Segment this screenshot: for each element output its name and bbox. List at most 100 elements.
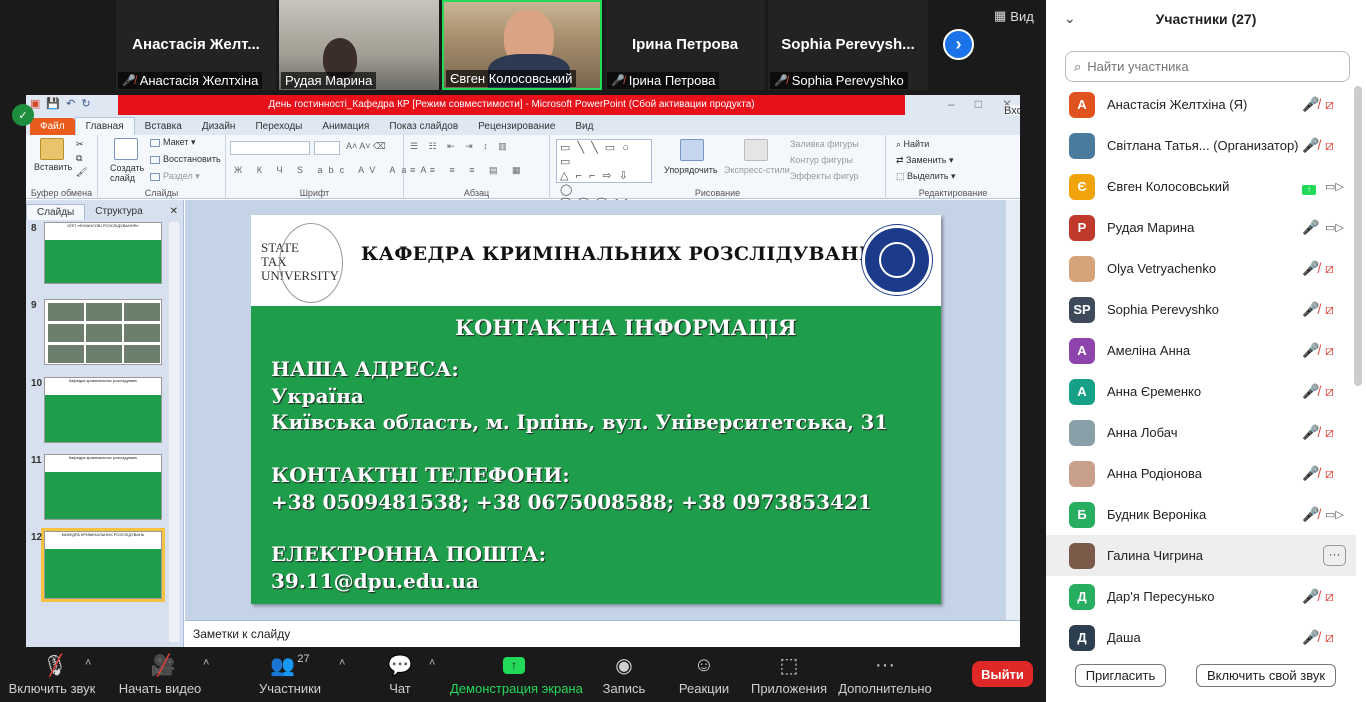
- slide-heading: КОНТАКТНА ІНФОРМАЦІЯ: [455, 315, 797, 340]
- participant-row[interactable]: Є Євген Колосовський ↑ ▭▷: [1046, 166, 1356, 207]
- select-button[interactable]: ⬚ Выделить ▾: [896, 171, 956, 182]
- slide-thumbnail-selected[interactable]: 12 КАФЕДРА КРИМІНАЛЬНИХ РОЗСЛІДУВАНЬ: [31, 528, 165, 602]
- shape-effects-button[interactable]: Эффекты фигур: [790, 171, 859, 181]
- tab-view[interactable]: Вид: [565, 118, 603, 135]
- shape-outline-button[interactable]: Контур фигуры: [790, 155, 853, 165]
- video-tile[interactable]: Sophia Perevysh... 🎤̸ Sophia Perevyshko: [768, 0, 928, 90]
- close-icon[interactable]: ✕: [164, 204, 184, 220]
- participant-row[interactable]: SP Sophia Perevyshko 🎤̸ ⧄: [1046, 289, 1356, 330]
- slide-thumbnail[interactable]: 8 ОПП «ФІНАНСОВІ РОЗСЛІДУВАННЯ»: [31, 222, 162, 284]
- slide-number: 12: [31, 532, 43, 543]
- start-video-button[interactable]: 🎥 ╱ Начать видео: [112, 649, 208, 702]
- video-tile[interactable]: Рудая Марина: [279, 0, 439, 90]
- gallery-next-button[interactable]: ›: [943, 29, 974, 60]
- group-label: Редактирование: [918, 188, 988, 198]
- participant-row[interactable]: Анна Лобач 🎤̸ ⧄: [1046, 412, 1356, 453]
- chevron-up-icon[interactable]: ˄: [339, 657, 345, 669]
- participant-row[interactable]: Р Рудая Марина 🎤 ▭▷: [1046, 207, 1356, 248]
- chat-button[interactable]: 💬 Чат: [370, 649, 430, 702]
- arrange-button[interactable]: Упорядочить: [664, 165, 718, 175]
- align-icons[interactable]: ≡ ≡ ≡ ≡ ▤ ▦: [410, 165, 527, 176]
- tab-animation[interactable]: Анимация: [312, 118, 379, 135]
- replace-button[interactable]: ⇄ Заменить ▾: [896, 155, 954, 166]
- participant-search[interactable]: ⌕: [1065, 51, 1350, 82]
- record-button[interactable]: ◉ Запись: [594, 649, 654, 702]
- format-painter-icon[interactable]: 🖌: [76, 167, 87, 178]
- tab-insert[interactable]: Вставка: [135, 118, 192, 135]
- reactions-button[interactable]: ☺ Реакции: [670, 649, 738, 702]
- participant-row[interactable]: Olya Vetryachenko 🎤̸ ⧄: [1046, 248, 1356, 289]
- view-button[interactable]: ▦ Вид: [994, 8, 1034, 24]
- tab-outline[interactable]: Структура: [85, 204, 152, 220]
- invite-button[interactable]: Пригласить: [1075, 664, 1166, 687]
- reset-button[interactable]: Восстановить: [150, 154, 221, 164]
- new-slide-button[interactable]: Создать слайд: [110, 163, 146, 183]
- chevron-up-icon[interactable]: ˄: [203, 657, 209, 669]
- tab-design[interactable]: Дизайн: [192, 118, 246, 135]
- new-slide-icon[interactable]: [114, 138, 138, 160]
- tab-file[interactable]: Файл: [30, 118, 75, 135]
- participant-row[interactable]: Б Будник Вероніка 🎤̸ ▭▷: [1046, 494, 1356, 535]
- quick-styles-icon[interactable]: [744, 139, 768, 161]
- chevron-up-icon[interactable]: ˄: [85, 657, 91, 669]
- tab-home[interactable]: Главная: [74, 117, 135, 135]
- copy-icon[interactable]: ⧉: [76, 153, 82, 164]
- tab-review[interactable]: Рецензирование: [468, 118, 565, 135]
- video-tile[interactable]: Анастасія Желт... 🎤̸ Анастасія Желтхіна: [116, 0, 276, 90]
- slide-thumbnail[interactable]: 9: [31, 299, 162, 365]
- participant-row[interactable]: Галина Чигрина ···: [1046, 535, 1356, 576]
- leave-button[interactable]: Выйти: [972, 661, 1033, 687]
- more-button[interactable]: ··· Дополнительно: [838, 649, 932, 702]
- maximize-icon[interactable]: □: [975, 97, 982, 111]
- slide-thumbnail[interactable]: 10 Кафедра кримінальних розслідувань: [31, 377, 162, 443]
- participant-row[interactable]: Анна Родіонова 🎤̸ ⧄: [1046, 453, 1356, 494]
- mic-muted-icon: 🎤̸: [1302, 424, 1320, 440]
- list-icons[interactable]: ☰ ☷ ⇤ ⇥ ↕ ▥: [410, 141, 511, 152]
- font-size-select[interactable]: [314, 141, 340, 155]
- quick-styles-button[interactable]: Экспресс-стили: [724, 165, 790, 175]
- tab-slides[interactable]: Слайды: [26, 204, 86, 220]
- active-speaker-tile[interactable]: Євген Колосовський: [442, 0, 602, 90]
- font-format-icons[interactable]: Ж К Ч S abc AV Aa A: [234, 165, 432, 175]
- undo-icon[interactable]: ↶: [66, 97, 75, 110]
- arrange-icon[interactable]: [680, 139, 704, 161]
- shared-screen[interactable]: ▣ 💾 ↶ ↻ День гостинності_Кафедра КР [Реж…: [26, 95, 1020, 647]
- paste-button[interactable]: Вставить: [34, 162, 72, 172]
- font-grow-icon[interactable]: A˄ A˅ ⌫: [346, 141, 386, 152]
- panel-scrollbar[interactable]: [1354, 86, 1362, 386]
- font-name-select[interactable]: [230, 141, 310, 155]
- search-input[interactable]: [1087, 59, 1328, 74]
- layout-button[interactable]: Макет ▾: [150, 137, 196, 148]
- slide-thumbnail[interactable]: 11 Кафедра кримінальних розслідувань: [31, 454, 162, 520]
- shape-fill-button[interactable]: Заливка фигуры: [790, 139, 859, 149]
- more-options-button[interactable]: ···: [1323, 545, 1346, 566]
- editor-scrollbar[interactable]: [1006, 200, 1020, 620]
- participant-row[interactable]: Д Даша 🎤̸ ⧄: [1046, 617, 1356, 658]
- save-icon[interactable]: 💾: [46, 97, 60, 110]
- tab-transitions[interactable]: Переходы: [245, 118, 312, 135]
- participant-row[interactable]: А Анна Єременко 🎤̸ ⧄: [1046, 371, 1356, 412]
- pane-scrollbar[interactable]: [169, 222, 179, 642]
- participants-button[interactable]: 👥 27 Участники: [250, 649, 330, 702]
- paste-icon[interactable]: [40, 138, 64, 160]
- participant-row[interactable]: А Амеліна Анна 🎤̸ ⧄: [1046, 330, 1356, 371]
- section-button[interactable]: Раздел ▾: [150, 171, 200, 182]
- video-tile[interactable]: Ірина Петрова 🎤̸ Ірина Петрова: [605, 0, 765, 90]
- participant-row[interactable]: А Анастасія Желтхіна (Я) 🎤̸ ⧄: [1046, 84, 1356, 125]
- slide-canvas[interactable]: STATE TAX UNIVERSITY КАФЕДРА КРИМІНАЛЬНИ…: [251, 215, 941, 604]
- cut-icon[interactable]: ✂: [76, 139, 84, 150]
- chevron-up-icon[interactable]: ˄: [429, 657, 435, 669]
- tab-slideshow[interactable]: Показ слайдов: [379, 118, 468, 135]
- unmute-self-button[interactable]: Включить свой звук: [1196, 664, 1336, 687]
- share-screen-button[interactable]: ↑ Демонстрация экрана: [450, 649, 583, 702]
- slide-notes[interactable]: Заметки к слайду: [185, 620, 1020, 647]
- redo-icon[interactable]: ↻: [81, 97, 90, 110]
- share-screen-icon: ↑: [450, 649, 578, 681]
- participant-row[interactable]: Світлана Татья... (Организатор) 🎤̸ ⧄: [1046, 125, 1356, 166]
- shapes-gallery[interactable]: ▭ ╲ ╲ ▭ ○ ▭△ ⌐ ⌐ ⇨ ⇩ ◯⌒ ⌒ ⌒ { } ☆: [556, 139, 652, 224]
- apps-button[interactable]: ⬚ Приложения: [748, 649, 830, 702]
- participant-row[interactable]: Д Дар'я Пересунько 🎤̸ ⧄: [1046, 576, 1356, 617]
- minimize-icon[interactable]: –: [948, 97, 955, 111]
- find-button[interactable]: ⌕ Найти: [896, 139, 929, 150]
- mic-muted-icon: 🎤̸: [1302, 301, 1320, 317]
